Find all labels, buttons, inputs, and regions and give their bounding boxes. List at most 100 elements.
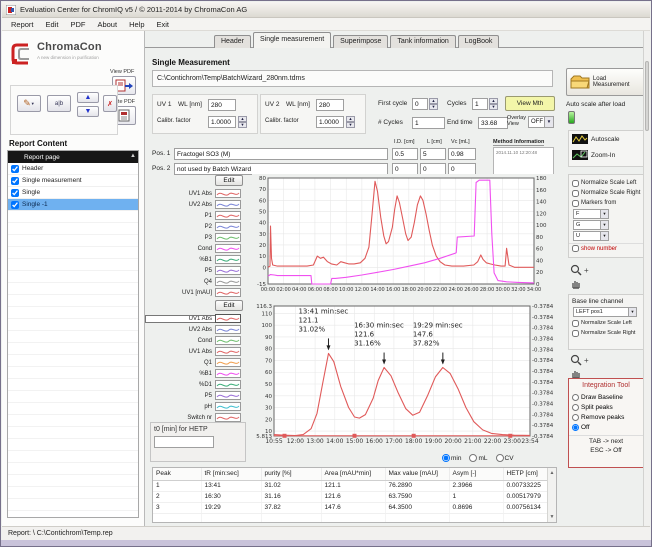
scrollbar-thumb[interactable] [645,61,649,131]
magnifier-icon[interactable] [570,264,582,276]
legend-item-p5[interactable]: P5 [146,265,246,276]
pos1-vc-input[interactable] [448,148,476,160]
legend-item-cond[interactable]: Cond [146,243,246,254]
legend-curve-icon[interactable] [215,325,241,334]
normalize-scale-left-checkbox[interactable]: Normalize Scale Left [569,178,643,188]
table-column-peak[interactable]: Peak [153,468,201,480]
legend-item-uv2-abs[interactable]: UV2 Abs [146,324,246,335]
scroll-down-icon[interactable]: ▼ [548,514,556,520]
uv2-wl-input[interactable] [316,99,344,111]
markers-from-checkbox[interactable]: Markers from [569,198,643,208]
pan-hand-icon[interactable] [570,278,581,289]
table-scrollbar[interactable]: ▲▼ [547,468,556,522]
legend-curve-icon[interactable] [215,222,241,231]
legend-curve-icon[interactable] [215,369,241,378]
unit-radio-cv[interactable]: CV [496,454,514,462]
autoscale-button[interactable]: Autoscale [569,131,643,147]
move-down-button[interactable]: ▼ [77,106,99,117]
legend-curve-icon[interactable] [215,200,241,209]
first-cycle-input[interactable] [412,98,428,110]
measurement-file-path[interactable]: C:\Contichrom\Temp\BatchWizard_280nm.tdm… [152,70,553,87]
menu-exit[interactable]: Exit [151,19,176,30]
legend-item-uv1-abs[interactable]: UV1 Abs [146,346,246,357]
legend-curve-icon[interactable] [215,288,241,297]
integration-radio-remove-peaks[interactable]: Remove peaks [569,412,643,422]
legend-item-d1[interactable]: %D1 [146,379,246,390]
marker-select-3[interactable]: U▼ [573,231,609,241]
scroll-up-icon[interactable]: ▲ [548,470,556,476]
table-column-max-value-mau[interactable]: Max value [mAU] [385,468,449,480]
menu-about[interactable]: About [91,19,123,30]
tab-logbook[interactable]: LogBook [458,35,500,48]
tab-header[interactable]: Header [214,35,251,48]
legend-curve-icon[interactable] [215,358,241,367]
integration-radio-off[interactable]: Off [569,422,643,432]
legend-curve-icon[interactable] [215,189,241,198]
uv1-calibr-input[interactable] [208,116,236,128]
table-column-asym[interactable]: Asym [-] [449,468,503,480]
legend-curve-icon[interactable] [215,211,241,220]
legend-curve-icon[interactable] [215,255,241,264]
legend-item-uv1-abs[interactable]: UV1 Abs [146,313,246,324]
scroll-up-icon[interactable]: ▲ [130,153,136,159]
normalize-scale-right-checkbox[interactable]: Normalize Scale Right [569,188,643,198]
report-item-single-1[interactable]: Single -1 [8,199,138,211]
legend-item-ph[interactable]: pH [146,401,246,412]
zoom-in-button[interactable]: Zoom-In [569,147,643,163]
legend-curve-icon[interactable] [215,391,241,400]
table-row[interactable]: 216:3031.16121.663.759010.00517979 [153,491,549,502]
legend-curve-icon[interactable] [215,244,241,253]
lower-chart[interactable]: 10:5512:0013:0014:0015:0016:0017:0018:00… [252,300,558,452]
legend-item-q1[interactable]: Q1 [146,357,246,368]
load-measurement-button[interactable]: Load Measurement [566,68,645,96]
legend-item-p1[interactable]: P1 [146,210,246,221]
legend-item-uv2-abs[interactable]: UV2 Abs [146,199,246,210]
cycles-spinner[interactable]: ▲▼ [489,98,498,110]
report-page-list[interactable]: Report page▲ HeaderSingle measurementSin… [7,150,139,518]
unit-radio-ml[interactable]: mL [469,454,487,462]
hetp-t0-input[interactable] [154,436,214,448]
legend-curve-icon[interactable] [215,402,241,411]
edit-report-button[interactable]: ✎▼ [17,95,41,112]
marker-select-1[interactable]: F▼ [573,209,609,219]
uv1-calibr-spinner[interactable]: ▲▼ [238,116,247,128]
baseline-normalize-right-checkbox[interactable]: Normalize Scale Right [569,328,643,338]
lower-legend-edit-button[interactable]: Edit [215,300,243,311]
pos1-input[interactable] [174,148,388,160]
tab-superimpose[interactable]: Superimpose [333,35,388,48]
report-item-header[interactable]: Header [8,163,138,175]
report-item-checkbox[interactable] [11,201,19,209]
upper-legend-edit-button[interactable]: Edit [215,175,243,186]
magnifier-icon[interactable] [570,354,582,366]
pos1-id-input[interactable] [392,148,418,160]
show-number-checkbox[interactable]: show number [569,243,643,253]
zoom-plus-icon[interactable]: + [584,266,589,275]
num-cycles-input[interactable] [412,117,445,129]
legend-curve-icon[interactable] [215,336,241,345]
legend-curve-icon[interactable] [215,233,241,242]
baseline-normalize-left-checkbox[interactable]: Normalize Scale Left [569,318,643,328]
table-row[interactable] [153,513,549,523]
legend-item-q4[interactable]: Q4 [146,276,246,287]
menu-edit[interactable]: Edit [40,19,65,30]
end-time-input[interactable] [478,117,508,129]
unit-radio-min[interactable]: min [442,454,461,462]
legend-curve-icon[interactable] [215,277,241,286]
overlay-view-dropdown[interactable]: OFF▼ [528,116,554,128]
view-mth-button[interactable]: View Mth [505,96,555,111]
baseline-channel-dropdown[interactable]: LEFT pos1▼ [573,307,637,317]
legend-curve-icon[interactable] [215,413,241,422]
legend-item-p5[interactable]: P5 [146,390,246,401]
legend-item-p2[interactable]: P2 [146,221,246,232]
first-cycle-spinner[interactable]: ▲▼ [429,98,438,110]
pos1-length-input[interactable] [420,148,446,160]
integration-radio-draw-baseline[interactable]: Draw Baseline [569,392,643,402]
legend-item-p3[interactable]: P3 [146,232,246,243]
legend-item-b1[interactable]: %B1 [146,254,246,265]
uv1-wl-input[interactable] [208,99,236,111]
legend-item-uv1-mau[interactable]: UV1 [mAU] [146,287,246,298]
table-column-area-mau-min[interactable]: Area [mAU*min] [321,468,385,480]
menu-pdf[interactable]: PDF [64,19,91,30]
table-row[interactable]: 113:4131.02121.176.28902.39660.00733225 [153,480,549,491]
legend-item-b1[interactable]: %B1 [146,368,246,379]
